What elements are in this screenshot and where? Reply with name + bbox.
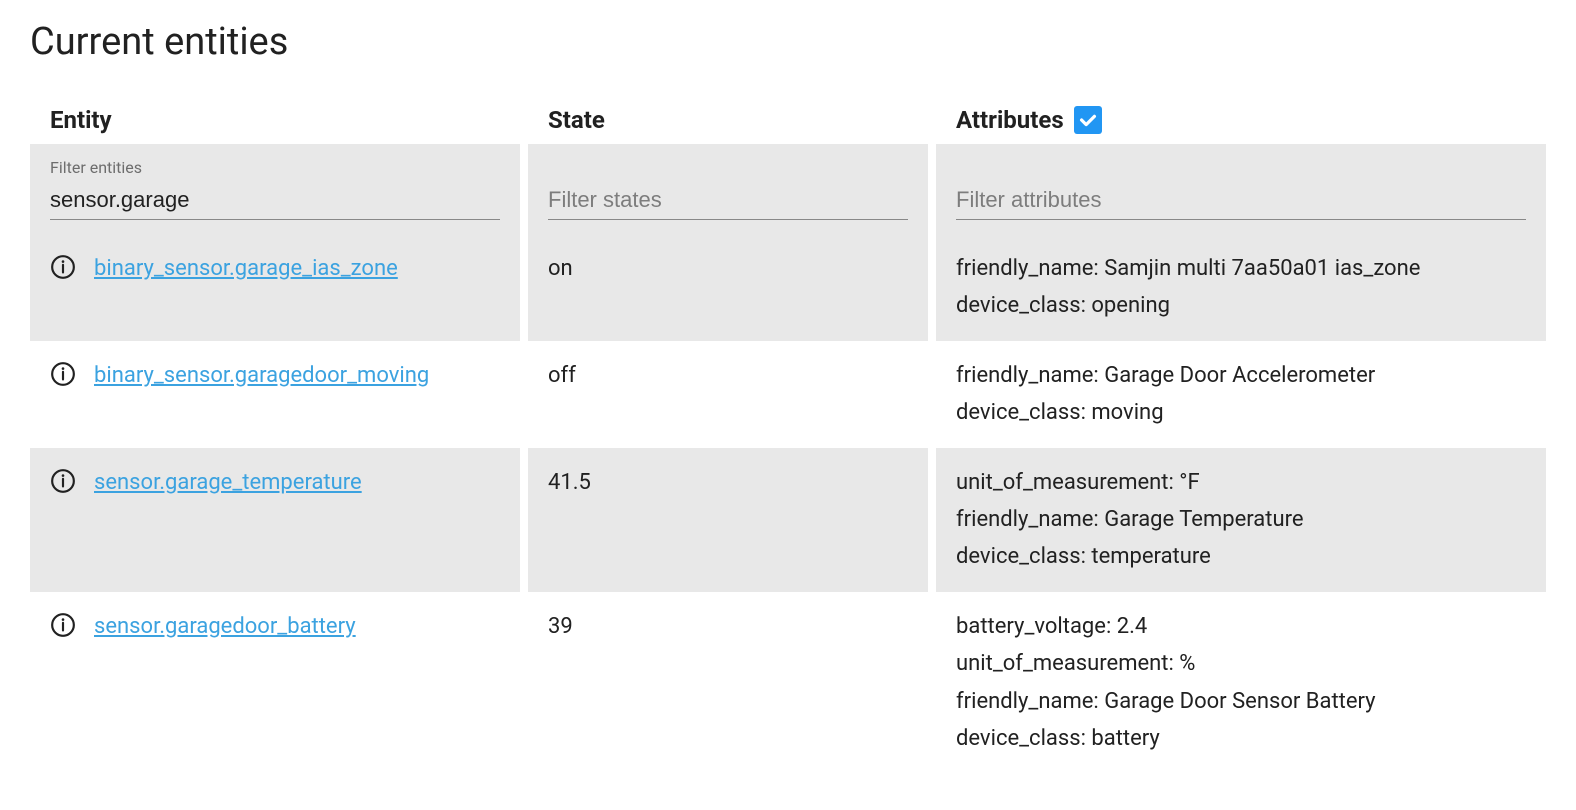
table-row-attributes: friendly_name: Samjin multi 7aa50a01 ias… bbox=[936, 234, 1546, 341]
table-row-entity: binary_sensor.garage_ias_zone bbox=[30, 234, 520, 341]
entity-link[interactable]: binary_sensor.garagedoor_moving bbox=[94, 357, 429, 394]
attribute-line: friendly_name: Garage Door Sensor Batter… bbox=[956, 683, 1526, 720]
column-header-attributes: Attributes bbox=[936, 94, 1546, 144]
attribute-line: device_class: opening bbox=[956, 287, 1526, 324]
column-header-entity-label: Entity bbox=[50, 106, 112, 134]
filter-attributes-cell bbox=[936, 144, 1546, 234]
entity-link[interactable]: sensor.garagedoor_battery bbox=[94, 608, 356, 645]
entity-link[interactable]: binary_sensor.garage_ias_zone bbox=[94, 250, 398, 287]
table-row-state: 41.5 bbox=[528, 448, 928, 592]
filter-entity-label: Filter entities bbox=[50, 158, 500, 177]
info-icon[interactable] bbox=[50, 612, 76, 650]
table-row-state: off bbox=[528, 341, 928, 448]
column-header-state-label: State bbox=[548, 106, 605, 134]
entity-link[interactable]: sensor.garage_temperature bbox=[94, 464, 362, 501]
attribute-line: friendly_name: Garage Door Accelerometer bbox=[956, 357, 1526, 394]
table-row-state: on bbox=[528, 234, 928, 341]
attribute-line: friendly_name: Samjin multi 7aa50a01 ias… bbox=[956, 250, 1526, 287]
info-icon[interactable] bbox=[50, 254, 76, 292]
attribute-line: device_class: temperature bbox=[956, 538, 1526, 575]
filter-state-input[interactable] bbox=[548, 183, 908, 220]
filter-entity-input[interactable] bbox=[50, 183, 500, 220]
column-header-entity: Entity bbox=[30, 94, 520, 144]
entities-table: Entity State Attributes Filter entities … bbox=[30, 94, 1546, 773]
filter-entity-cell: Filter entities bbox=[30, 144, 520, 234]
attribute-line: device_class: moving bbox=[956, 394, 1526, 431]
check-icon bbox=[1077, 109, 1099, 131]
attribute-line: battery_voltage: 2.4 bbox=[956, 608, 1526, 645]
attribute-line: device_class: battery bbox=[956, 720, 1526, 757]
table-row-entity: binary_sensor.garagedoor_moving bbox=[30, 341, 520, 448]
table-row-attributes: unit_of_measurement: °Ffriendly_name: Ga… bbox=[936, 448, 1546, 592]
table-row-entity: sensor.garage_temperature bbox=[30, 448, 520, 592]
attribute-line: unit_of_measurement: % bbox=[956, 645, 1526, 682]
table-row-attributes: battery_voltage: 2.4unit_of_measurement:… bbox=[936, 592, 1546, 774]
table-row-attributes: friendly_name: Garage Door Accelerometer… bbox=[936, 341, 1546, 448]
info-icon[interactable] bbox=[50, 361, 76, 399]
attributes-toggle-checkbox[interactable] bbox=[1074, 106, 1102, 134]
table-row-entity: sensor.garagedoor_battery bbox=[30, 592, 520, 774]
attribute-line: friendly_name: Garage Temperature bbox=[956, 501, 1526, 538]
filter-attributes-input[interactable] bbox=[956, 183, 1526, 220]
page-title: Current entities bbox=[30, 20, 1546, 64]
table-row-state: 39 bbox=[528, 592, 928, 774]
filter-state-cell bbox=[528, 144, 928, 234]
column-header-state: State bbox=[528, 94, 928, 144]
attribute-line: unit_of_measurement: °F bbox=[956, 464, 1526, 501]
info-icon[interactable] bbox=[50, 468, 76, 506]
column-header-attributes-label: Attributes bbox=[956, 106, 1064, 134]
